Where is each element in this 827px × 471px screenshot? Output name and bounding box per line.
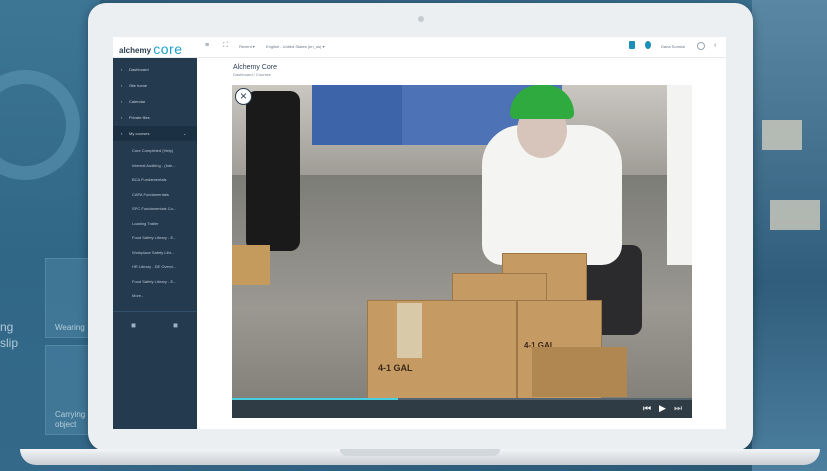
messages-icon[interactable]: [645, 41, 651, 49]
play-icon[interactable]: ▶: [659, 403, 666, 414]
course-link[interactable]: Loading Trailer: [132, 221, 196, 226]
breadcrumb[interactable]: Dashboard / Courses: [233, 72, 271, 77]
home-icon: ▪: [121, 83, 123, 88]
sidebar-item-label: My courses: [129, 131, 150, 136]
chat-icon[interactable]: ◼: [131, 322, 136, 329]
logo-prefix: alchemy: [119, 46, 152, 55]
sidebar-item-label: Calendar: [129, 99, 146, 104]
background-box: [762, 120, 802, 150]
skip-back-icon[interactable]: ⏮: [643, 403, 651, 414]
sidebar-item-label: Dashboard: [129, 67, 149, 72]
sidebar-divider: [113, 311, 197, 312]
video-scene-box-tape: [397, 303, 422, 358]
user-avatar[interactable]: [697, 42, 705, 50]
app-logo[interactable]: alchemy core: [119, 40, 183, 57]
course-link[interactable]: CAPA Fundamentals: [132, 192, 196, 197]
collapse-icon[interactable]: ‹: [714, 42, 716, 49]
box-label: 4-1 GAL: [378, 363, 413, 373]
skip-forward-icon[interactable]: ⏭: [674, 403, 682, 414]
sidebar-item-calendar[interactable]: ▪ Calendar: [113, 94, 197, 109]
close-icon[interactable]: ×: [235, 88, 252, 105]
file-icon: ▪: [121, 115, 123, 120]
camera-dot: [418, 16, 424, 22]
background-card-label: Wearing: [55, 323, 85, 332]
video-scene-shelf: [312, 85, 402, 145]
notification-icon[interactable]: [629, 41, 635, 49]
course-link[interactable]: Core Completed (Help): [132, 148, 196, 153]
logo-core: core: [153, 41, 183, 57]
sidebar-item-label: Site home: [129, 83, 148, 88]
page-title: Alchemy Core: [233, 64, 277, 71]
background-right-panel: [752, 0, 827, 471]
video-controls: ⏮ ▶ ⏭: [232, 400, 692, 418]
background-card-label: Carrying: [55, 410, 86, 419]
language-dropdown[interactable]: English - United States (en_us) ▾: [266, 44, 324, 49]
sidebar: ▪ Dashboard ▪ Site home ▪ Calendar ▪ Private…: [113, 58, 197, 429]
sidebar-item-label: Private files: [129, 115, 150, 120]
course-link[interactable]: Internal Auditing - (Inte...: [132, 163, 196, 168]
background-box: [770, 200, 820, 230]
calendar-icon: ▪: [121, 99, 123, 104]
grid-icon[interactable]: ◼: [173, 322, 178, 329]
course-link[interactable]: Workplace Safety Libr...: [132, 250, 196, 255]
course-link[interactable]: SPC Fundamentals Co...: [132, 206, 196, 211]
background-card-label: object: [55, 420, 77, 429]
chevron-down-icon: ⌄: [183, 131, 187, 136]
course-link[interactable]: Food Safety Library - E...: [132, 235, 196, 240]
background-text: slip: [0, 336, 19, 350]
courses-icon: ▪: [121, 131, 123, 136]
video-scene-cart: [532, 347, 627, 397]
user-name[interactable]: Dana Sornick: [661, 44, 685, 49]
laptop-notch: [340, 449, 500, 456]
video-scene-box: 4-1 GAL: [367, 300, 517, 400]
video-scene-barrel: [246, 91, 300, 251]
fullscreen-icon[interactable]: ⛶: [223, 42, 228, 50]
course-link[interactable]: BCA Fundamentals: [132, 177, 196, 182]
video-scene-pallet: [232, 245, 270, 285]
video-player[interactable]: 4-1 GAL 4-1 GAL × ⏮ ▶ ⏭: [232, 85, 692, 418]
dashboard-icon: ▪: [121, 67, 123, 72]
course-link[interactable]: Food Safety Library - E...: [132, 279, 196, 284]
video-scene-person: [667, 85, 692, 265]
more-courses-link[interactable]: More...: [132, 293, 196, 298]
background-text: ng: [0, 320, 14, 334]
laptop-screen: alchemy core ≡ ⛶ Recent ▾ English - Unit…: [113, 37, 726, 429]
top-navbar: alchemy core ≡ ⛶ Recent ▾ English - Unit…: [113, 37, 726, 58]
menu-toggle-icon[interactable]: ≡: [205, 42, 209, 49]
course-link[interactable]: HR Library - DE Overvi...: [132, 264, 196, 269]
sidebar-item-site-home[interactable]: ▪ Site home: [113, 78, 197, 93]
recent-dropdown[interactable]: Recent ▾: [239, 44, 255, 49]
sidebar-item-private-files[interactable]: ▪ Private files: [113, 110, 197, 125]
sidebar-item-my-courses[interactable]: ▪ My courses ⌄: [113, 126, 197, 141]
sidebar-item-dashboard[interactable]: ▪ Dashboard: [113, 62, 197, 77]
